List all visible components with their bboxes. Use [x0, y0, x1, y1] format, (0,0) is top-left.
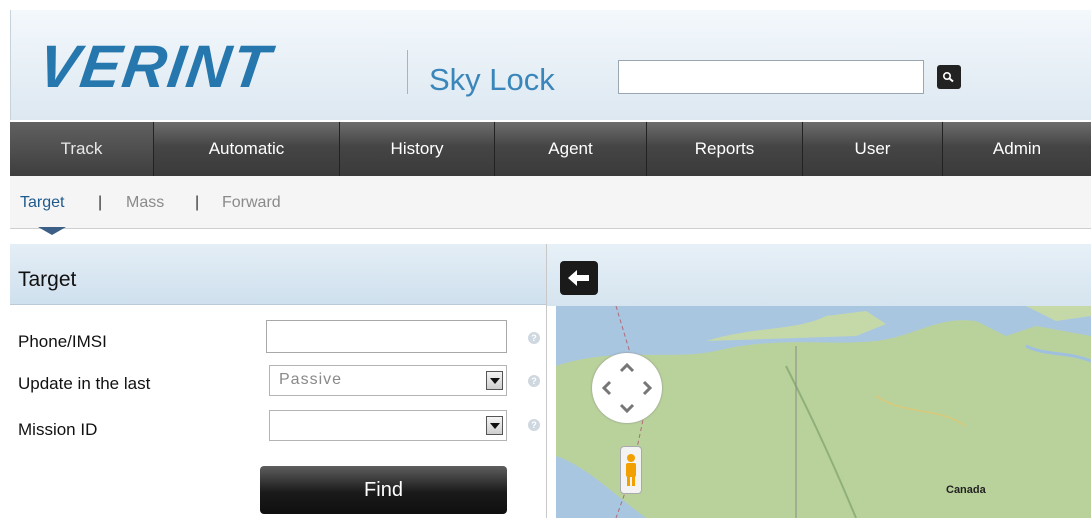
- phone-imsi-label: Phone/IMSI: [18, 332, 107, 351]
- update-label: Update in the last: [18, 374, 151, 393]
- app-frame: VERINT Sky Lock Track Automatic History …: [0, 0, 1091, 518]
- nav-agent[interactable]: Agent: [495, 122, 647, 176]
- pan-control[interactable]: [592, 353, 662, 423]
- nav-track[interactable]: Track: [10, 122, 154, 176]
- subnav-mass[interactable]: Mass: [126, 194, 164, 212]
- street-view-pegman-icon[interactable]: [620, 446, 642, 494]
- nav-user[interactable]: User: [803, 122, 943, 176]
- verint-logo: VERINT: [34, 33, 276, 100]
- dropdown-arrow-icon: [486, 371, 503, 390]
- active-tab-indicator: [38, 227, 66, 235]
- nav-automatic[interactable]: Automatic: [154, 122, 340, 176]
- dropdown-arrow-icon: [486, 416, 503, 435]
- subnav-separator: |: [98, 194, 103, 211]
- update-select[interactable]: Passive: [269, 365, 507, 396]
- sub-nav: Target | Mass | Forward: [10, 176, 1091, 229]
- subnav-separator: |: [195, 194, 200, 211]
- logo-divider: [407, 50, 408, 94]
- nav-reports[interactable]: Reports: [647, 122, 803, 176]
- mission-id-label: Mission ID: [18, 420, 98, 439]
- main-nav: Track Automatic History Agent Reports Us…: [10, 122, 1091, 176]
- subnav-forward[interactable]: Forward: [222, 194, 281, 212]
- header: VERINT Sky Lock: [10, 10, 1091, 120]
- mission-id-select[interactable]: [269, 410, 507, 441]
- search-icon: [943, 72, 954, 83]
- help-icon[interactable]: ?: [528, 419, 540, 431]
- help-icon[interactable]: ?: [528, 332, 540, 344]
- search-input[interactable]: [618, 60, 924, 94]
- panel-title: Target: [18, 268, 77, 291]
- phone-imsi-input[interactable]: [266, 320, 507, 353]
- help-icon[interactable]: ?: [528, 375, 540, 387]
- panel-header: Target: [10, 244, 546, 305]
- back-button[interactable]: [560, 261, 598, 295]
- update-select-value: Passive: [279, 371, 343, 388]
- nav-history[interactable]: History: [340, 122, 495, 176]
- find-button[interactable]: Find: [260, 466, 507, 514]
- target-panel: Target Phone/IMSI ? Update in the last P…: [10, 244, 547, 518]
- nav-admin[interactable]: Admin: [943, 122, 1091, 176]
- subnav-target[interactable]: Target: [20, 194, 64, 212]
- search-button[interactable]: [937, 65, 961, 89]
- map-label-canada: Canada: [946, 484, 986, 496]
- pan-arrows-icon: [601, 362, 653, 414]
- map-view[interactable]: Canada: [556, 306, 1091, 518]
- arrow-left-icon: [568, 270, 589, 286]
- product-name: Sky Lock: [429, 62, 555, 97]
- map-toolbar: [547, 244, 1091, 306]
